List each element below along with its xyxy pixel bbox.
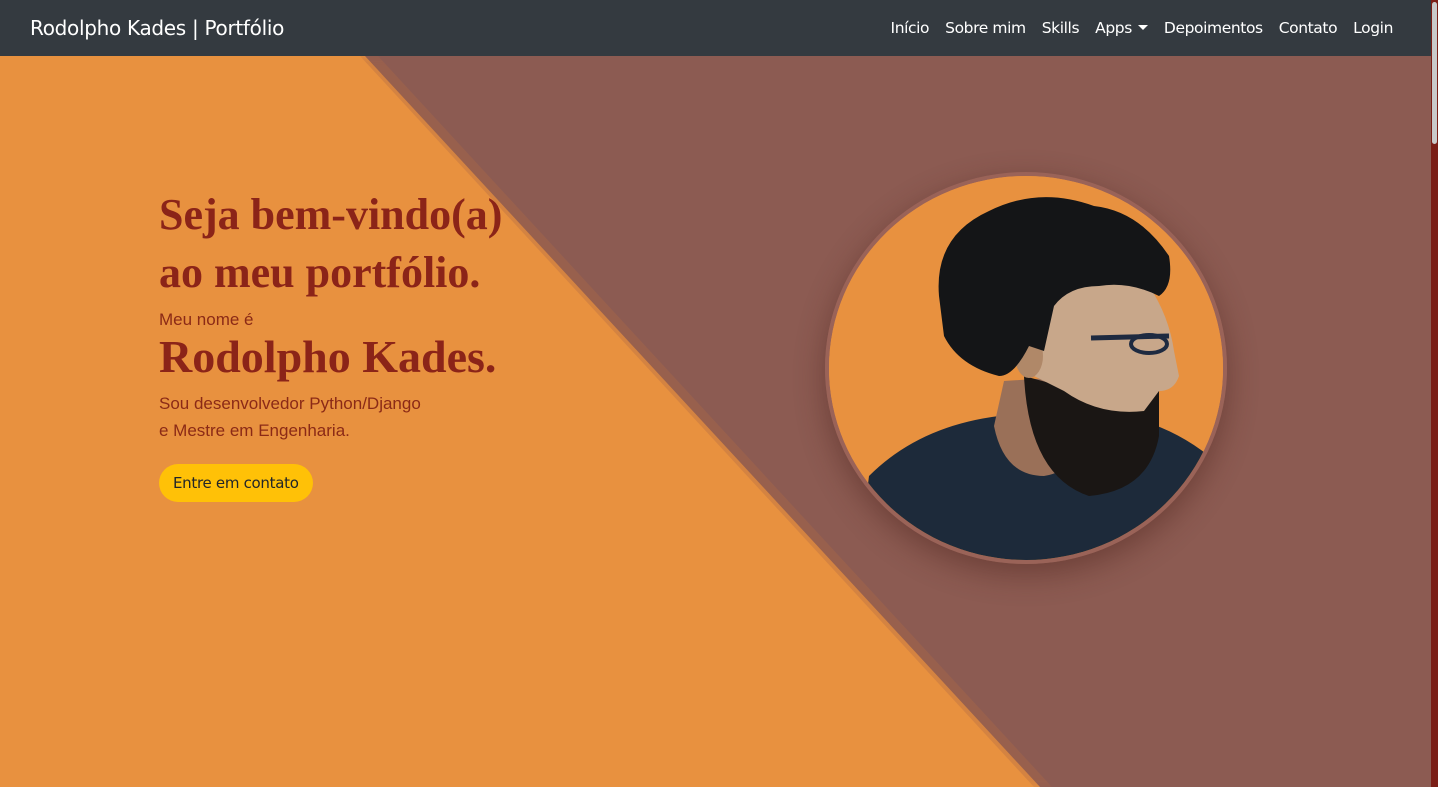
contact-button[interactable]: Entre em contato xyxy=(159,464,313,502)
nav-link-login[interactable]: Login xyxy=(1345,19,1401,37)
nav-link-skills[interactable]: Skills xyxy=(1034,19,1087,37)
name-intro: Meu nome é xyxy=(159,310,254,329)
nav-link-contato[interactable]: Contato xyxy=(1271,19,1345,37)
welcome-heading-line2: ao meu portfólio. xyxy=(159,248,481,297)
description-line2: e Mestre em Engenharia. xyxy=(159,421,350,440)
description-line1: Sou desenvolvedor Python/Django xyxy=(159,394,421,413)
page-scrollbar[interactable] xyxy=(1431,0,1438,787)
nav-link-inicio[interactable]: Início xyxy=(883,19,938,37)
profile-portrait-icon xyxy=(829,176,1223,560)
nav-link-depoimentos[interactable]: Depoimentos xyxy=(1156,19,1271,37)
hero-section: Seja bem-vindo(a) ao meu portfólio. Meu … xyxy=(0,56,1431,787)
profile-photo xyxy=(825,172,1227,564)
nav-links: Início Sobre mim Skills Apps Depoimentos… xyxy=(883,19,1401,37)
nav-link-apps-label: Apps xyxy=(1095,19,1132,37)
person-name: Rodolpho Kades. xyxy=(159,331,497,382)
hero-content: Seja bem-vindo(a) ao meu portfólio. Meu … xyxy=(159,186,502,502)
navbar: Rodolpho Kades | Portfólio Início Sobre … xyxy=(0,0,1431,56)
caret-down-icon xyxy=(1137,24,1148,30)
profile-photo-frame xyxy=(825,172,1227,564)
scrollbar-thumb[interactable] xyxy=(1432,2,1437,144)
welcome-heading-line1: Seja bem-vindo(a) xyxy=(159,190,503,239)
nav-link-sobre-mim[interactable]: Sobre mim xyxy=(937,19,1034,37)
brand-link[interactable]: Rodolpho Kades | Portfólio xyxy=(30,16,284,40)
nav-dropdown-apps[interactable]: Apps xyxy=(1087,19,1156,37)
